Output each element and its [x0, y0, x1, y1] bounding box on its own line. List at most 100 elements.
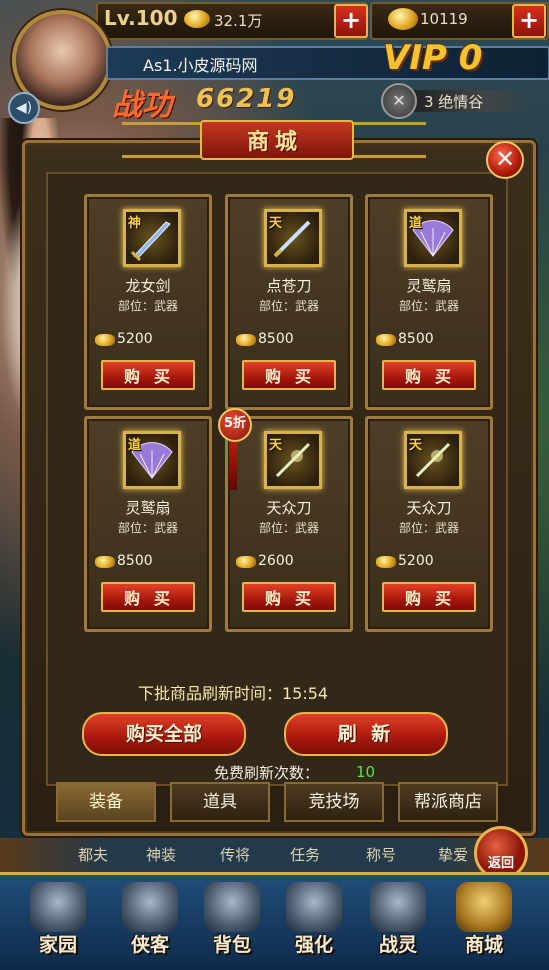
free-refresh-label: 免费刷新次数： [214, 764, 320, 782]
discount-badge: 5折 [218, 408, 252, 442]
tab-equipment[interactable]: 装备 [56, 782, 156, 822]
item-slot-type: 部位：武器 [398, 299, 459, 313]
title-ornament-left [122, 122, 202, 158]
fan-icon[interactable]: 道 [404, 209, 462, 267]
tab-items[interactable]: 道具 [170, 782, 270, 822]
item-price: 8500 [117, 553, 153, 569]
item-tag: 天 [269, 216, 283, 231]
treasure-chest-icon [456, 882, 512, 932]
tab-guild-shop[interactable]: 帮派商店 [398, 782, 498, 822]
item-slot-type: 部位：武器 [258, 521, 319, 535]
bag-icon [204, 882, 260, 932]
ingot-icon [236, 556, 256, 568]
sound-icon[interactable]: ◀) [8, 92, 40, 124]
item-name: 天众刀 [406, 499, 452, 517]
fan-icon[interactable]: 道 [123, 431, 181, 489]
shop-item-card: 道 灵鹫扇 部位：武器 8500 购买 [365, 194, 493, 410]
item-slot-type: 部位：武器 [117, 299, 178, 313]
dock-label: 战灵 [378, 934, 417, 956]
dock-home[interactable]: 家园 [22, 878, 94, 964]
guild-emblem-icon[interactable]: ✕ [381, 83, 417, 119]
blade-icon[interactable]: 天 [264, 209, 322, 267]
nav-link[interactable]: 挚爱 [438, 844, 468, 865]
item-price: 5200 [398, 553, 434, 569]
buy-button[interactable]: 购买 [101, 582, 195, 612]
hero-icon [122, 882, 178, 932]
shop-item-card: 天 天众刀 部位：武器 5200 购买 [365, 416, 493, 632]
nav-link[interactable]: 神装 [146, 844, 176, 865]
top-status-bar: Lv.100 32.1万 + 10119 + As1.小皮源码网 VIP 0 战… [0, 0, 549, 124]
buy-button[interactable]: 购买 [382, 360, 476, 390]
dock-heroes[interactable]: 侠客 [114, 878, 186, 964]
ingot-amount: 10119 [420, 10, 468, 28]
shop-title: 商城 [246, 130, 303, 155]
ingot-icon [95, 556, 115, 568]
nav-link[interactable]: 任务 [290, 844, 320, 865]
dock-bag[interactable]: 背包 [196, 878, 268, 964]
blade-icon[interactable]: 天 [264, 431, 322, 489]
dock-shop[interactable]: 商城 [448, 878, 520, 964]
dock-label: 家园 [38, 934, 77, 956]
item-slot-type: 部位：武器 [117, 521, 178, 535]
player-name: As1.小皮源码网 [143, 56, 258, 75]
item-price: 8500 [258, 331, 294, 347]
tab-arena[interactable]: 竞技场 [284, 782, 384, 822]
free-refresh-count: 10 [356, 763, 376, 781]
ingot-icon [376, 334, 396, 346]
player-level: Lv.100 [104, 6, 178, 30]
buy-button[interactable]: 购买 [382, 582, 476, 612]
blade-icon[interactable]: 天 [404, 431, 462, 489]
buy-button[interactable]: 购买 [242, 360, 336, 390]
item-price: 5200 [117, 331, 153, 347]
item-name: 灵鹫扇 [406, 277, 452, 295]
nav-link[interactable]: 都夫 [78, 844, 108, 865]
dock-enhance[interactable]: 强化 [278, 878, 350, 964]
title-ornament-right [346, 122, 426, 158]
refresh-button[interactable]: 刷 新 [284, 712, 448, 756]
nav-link[interactable]: 传将 [220, 844, 250, 865]
item-tag: 道 [128, 438, 142, 453]
dock-label: 商城 [464, 934, 503, 956]
dock-label: 背包 [212, 934, 251, 956]
item-price: 8500 [398, 331, 434, 347]
item-name: 灵鹫扇 [125, 499, 171, 517]
nav-link[interactable]: 称号 [366, 844, 396, 865]
power-value: 66219 [196, 84, 297, 114]
sword-icon[interactable]: 神 [123, 209, 181, 267]
ingot-icon [95, 334, 115, 346]
shop-item-card: 天 天众刀 部位：武器 2600 购买 [225, 416, 353, 632]
vip-badge[interactable]: VIP 0 [383, 38, 482, 78]
buy-button[interactable]: 购买 [101, 360, 195, 390]
add-ingot-button[interactable]: + [512, 4, 546, 38]
buy-button[interactable]: 购买 [242, 582, 336, 612]
ingot-icon [376, 556, 396, 568]
add-gold-button[interactable]: + [334, 4, 368, 38]
item-tag: 神 [128, 216, 142, 231]
ingot-icon [388, 8, 418, 30]
enhance-icon [286, 882, 342, 932]
refresh-timer: 下批商品刷新时间：15:54 [138, 684, 329, 703]
item-tag: 道 [409, 216, 423, 231]
guild-name: 3 绝情谷 [424, 93, 484, 111]
close-icon[interactable]: ✕ [486, 141, 524, 179]
tassel-decoration [229, 440, 237, 490]
dock-label: 侠客 [130, 934, 169, 956]
item-tag: 天 [269, 438, 283, 453]
buy-all-button[interactable]: 购买全部 [82, 712, 246, 756]
item-price: 2600 [258, 553, 294, 569]
item-name: 天众刀 [266, 499, 312, 517]
shop-item-card: 道 灵鹫扇 部位：武器 8500 购买 [84, 416, 212, 632]
ingot-icon [236, 334, 256, 346]
house-icon [30, 882, 86, 932]
power-label: 战功 [112, 88, 172, 123]
gold-coin-icon [184, 10, 210, 28]
item-tag: 天 [409, 438, 423, 453]
gold-amount: 32.1万 [214, 12, 263, 30]
dock-spirit[interactable]: 战灵 [362, 878, 434, 964]
item-name: 龙女剑 [125, 277, 171, 295]
shop-item-card: 神 龙女剑 部位：武器 5200 购买 [84, 194, 212, 410]
spirit-icon [370, 882, 426, 932]
shop-item-card: 天 点苍刀 部位：武器 8500 购买 [225, 194, 353, 410]
item-slot-type: 部位：武器 [258, 299, 319, 313]
dock-label: 强化 [294, 934, 333, 956]
